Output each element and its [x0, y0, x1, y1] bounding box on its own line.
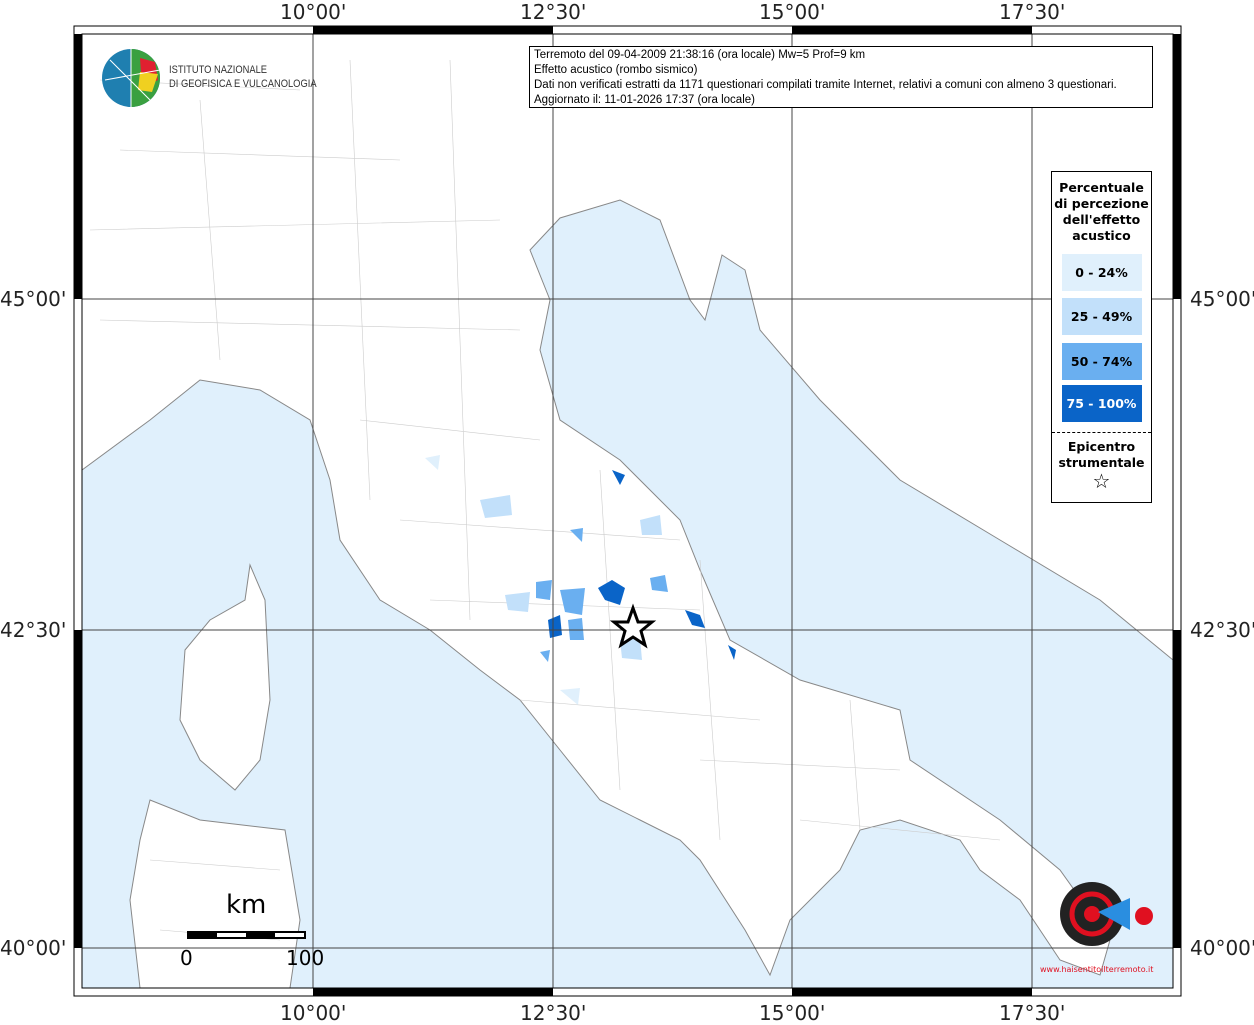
lat-label-right: 40°00' [1190, 936, 1254, 960]
lon-label-bottom: 12°30' [520, 1001, 587, 1025]
data-note-line: Dati non verificati estratti da 1171 que… [534, 79, 1117, 91]
lon-label-bottom: 10°00' [280, 1001, 347, 1025]
star-icon: ☆ [1092, 469, 1111, 493]
scale-max: 100 [286, 946, 325, 970]
lon-label-top: 15°00' [759, 0, 826, 24]
lon-label-top: 12°30' [520, 0, 587, 24]
commune-25-49 [505, 592, 530, 612]
commune-50-74 [568, 618, 584, 640]
legend-class-75-100: 75 - 100% [1061, 385, 1142, 422]
scale-unit: km [226, 890, 267, 920]
lon-label-top: 17°30' [999, 0, 1066, 24]
lat-label-left: 42°30' [0, 618, 67, 642]
logo-line: ISTITUTO NAZIONALE [169, 64, 268, 76]
lat-label-right: 45°00' [1190, 287, 1254, 311]
badge-text: www.haisentitoilterremoto.it [1040, 965, 1154, 974]
epicenter-label: Epicentro strumentale [1058, 439, 1145, 470]
logo-line: DI GEOFISICA E VULCANOLOGIA [169, 78, 317, 90]
lat-label-right: 42°30' [1190, 618, 1254, 642]
ingv-logo-text: ISTITUTO NAZIONALE DI GEOFISICA E VULCAN… [169, 63, 317, 91]
map[interactable] [0, 0, 1254, 1024]
ingv-globe-icon [102, 49, 161, 107]
event-line: Terremoto del 09-04-2009 21:38:16 (ora l… [534, 49, 866, 61]
legend-epicenter: Epicentro strumentale ☆ [1052, 432, 1151, 493]
legend-title: Percentuale di percezione dell'effetto a… [1054, 180, 1149, 243]
legend-class-0-24: 0 - 24% [1061, 254, 1142, 291]
lon-label-bottom: 17°30' [999, 1001, 1066, 1025]
legend-class-50-74: 50 - 74% [1061, 343, 1142, 380]
lon-label-top: 10°00' [280, 0, 347, 24]
scale-bar [187, 931, 306, 939]
scale-min: 0 [180, 946, 193, 970]
legend-class-25-49: 25 - 49% [1061, 298, 1142, 335]
legend: Percentuale di percezione dell'effetto a… [1051, 171, 1152, 503]
commune-50-74 [536, 580, 552, 600]
lon-label-bottom: 15°00' [759, 1001, 826, 1025]
event-info-box: Terremoto del 09-04-2009 21:38:16 (ora l… [529, 46, 1153, 108]
effect-line: Effetto acustico (rombo sismico) [534, 64, 698, 76]
commune-50-74 [650, 575, 668, 592]
updated-line: Aggiornato il: 11-01-2026 17:37 (ora loc… [534, 94, 755, 106]
lat-label-left: 40°00' [0, 936, 67, 960]
lat-label-left: 45°00' [0, 287, 67, 311]
